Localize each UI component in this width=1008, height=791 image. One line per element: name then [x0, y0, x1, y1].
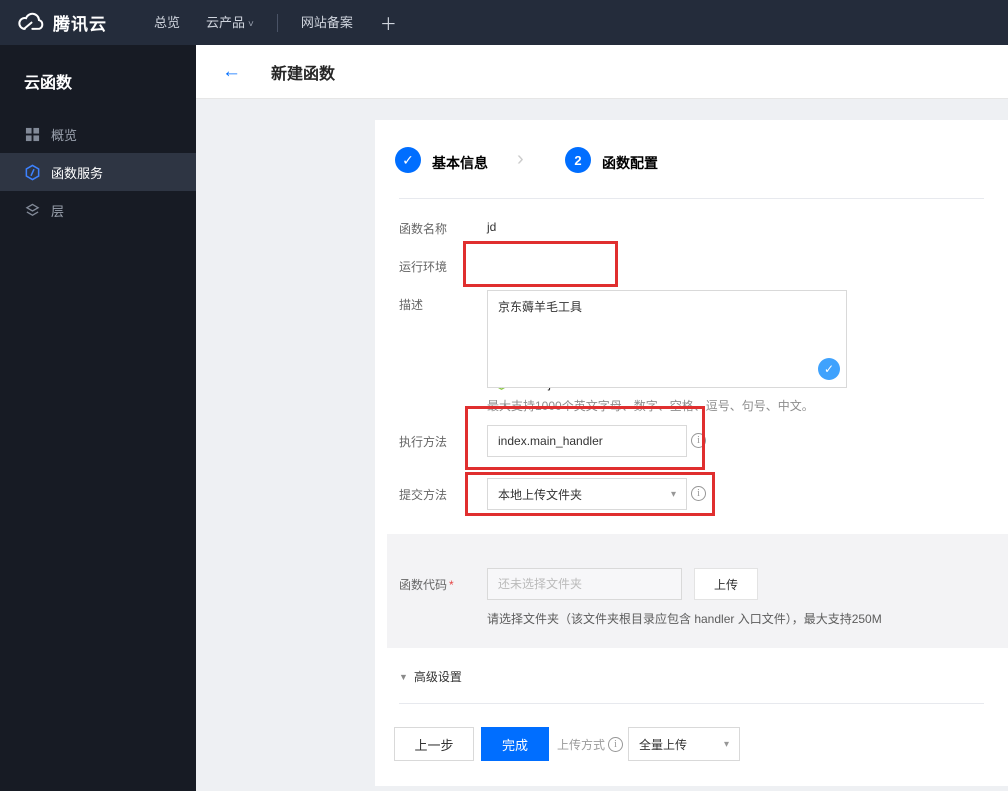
- finish-button[interactable]: 完成: [481, 727, 549, 761]
- valid-check-icon: ✓: [818, 358, 840, 380]
- page-header: ← 新建函数: [196, 45, 1008, 99]
- sidebar-item-function-service[interactable]: 函数服务: [0, 153, 196, 191]
- runtime-label: 运行环境: [399, 260, 448, 274]
- step2-label: 函数配置: [602, 155, 658, 171]
- layers-icon: [24, 202, 41, 219]
- handler-label: 执行方法: [399, 435, 448, 449]
- upload-mode-info-icon[interactable]: i: [608, 737, 624, 752]
- upload-mode-value: 全量上传: [639, 737, 688, 752]
- submit-method-info-icon[interactable]: i: [691, 486, 706, 501]
- cloud-logo-icon: [14, 12, 44, 34]
- chevron-down-icon: ˅: [248, 19, 254, 30]
- handler-input[interactable]: [487, 425, 687, 457]
- nav-item-icp[interactable]: 网站备案: [288, 0, 366, 45]
- sidebar-item-label: 概览: [51, 127, 78, 143]
- sidebar-item-overview[interactable]: 概览: [0, 115, 196, 153]
- function-service-icon: [24, 164, 41, 181]
- add-tab-button[interactable]: ＋: [366, 10, 411, 35]
- chevron-down-icon: ▾: [670, 488, 676, 500]
- back-arrow-icon[interactable]: ←: [222, 62, 241, 81]
- annotation-box-runtime: [463, 241, 618, 287]
- grid-icon: [24, 126, 41, 143]
- submit-method-label: 提交方法: [399, 488, 448, 502]
- handler-info-icon[interactable]: i: [691, 433, 706, 448]
- triangle-down-icon: ▼: [399, 671, 408, 682]
- upload-button[interactable]: 上传: [694, 568, 758, 600]
- tencent-cloud-logo[interactable]: 腾讯云: [14, 10, 107, 35]
- required-asterisk: *: [449, 578, 454, 592]
- function-name-label: 函数名称: [399, 222, 448, 236]
- sidebar: 云函数 概览 函数服务 层: [0, 45, 196, 791]
- sidebar-item-label: 层: [51, 203, 65, 219]
- description-label: 描述: [399, 298, 424, 312]
- nav-item-products[interactable]: 云产品 ˅: [193, 0, 267, 45]
- brand-name: 腾讯云: [53, 15, 107, 34]
- page-title: 新建函数: [271, 65, 336, 83]
- submit-method-select[interactable]: 本地上传文件夹 ▾: [487, 478, 687, 510]
- upload-mode-select[interactable]: 全量上传 ▾: [628, 727, 740, 761]
- footer-divider: [399, 703, 984, 704]
- function-name-value: jd: [487, 220, 497, 234]
- steps-divider: [399, 198, 984, 199]
- content-area: ✓ 基本信息 › 2 函数配置 函数名称 jd 运行环境 js: [196, 99, 1008, 791]
- submit-method-value: 本地上传文件夹: [498, 487, 583, 502]
- sidebar-item-layers[interactable]: 层: [0, 191, 196, 229]
- previous-step-button[interactable]: 上一步: [394, 727, 474, 761]
- nav-divider: [276, 13, 278, 32]
- description-textarea[interactable]: 京东薅羊毛工具: [487, 290, 847, 388]
- step1-label: 基本信息: [432, 155, 488, 171]
- step2-circle: 2: [565, 147, 591, 173]
- sidebar-item-label: 函数服务: [51, 165, 104, 181]
- folder-path-input[interactable]: [487, 568, 682, 600]
- check-icon: ✓: [402, 151, 414, 168]
- advanced-settings-toggle[interactable]: ▼ 高级设置: [399, 668, 462, 685]
- description-text: 京东薅羊毛工具: [498, 300, 583, 314]
- chevron-down-icon: ▾: [723, 738, 729, 750]
- nav-menu: 总览 云产品 ˅ 网站备案 ＋: [141, 0, 411, 45]
- create-function-panel: ✓ 基本信息 › 2 函数配置 函数名称 jd 运行环境 js: [375, 120, 1008, 786]
- advanced-settings-label: 高级设置: [413, 670, 462, 684]
- function-code-hint: 请选择文件夹（该文件夹根目录应包含 handler 入口文件），最大支持250M: [487, 612, 882, 626]
- upload-mode-label: 上传方式 i: [557, 736, 624, 753]
- top-navbar: 腾讯云 总览 云产品 ˅ 网站备案 ＋: [0, 0, 1008, 45]
- step1-circle: ✓: [395, 147, 421, 173]
- sidebar-title: 云函数: [24, 75, 73, 92]
- description-hint: 最大支持1000个英文字母、数字、空格、逗号、句号、中文。: [487, 399, 814, 413]
- function-code-label: 函数代码 *: [399, 578, 454, 592]
- nav-item-overview[interactable]: 总览: [141, 0, 193, 45]
- step-chevron-icon: ›: [517, 148, 524, 170]
